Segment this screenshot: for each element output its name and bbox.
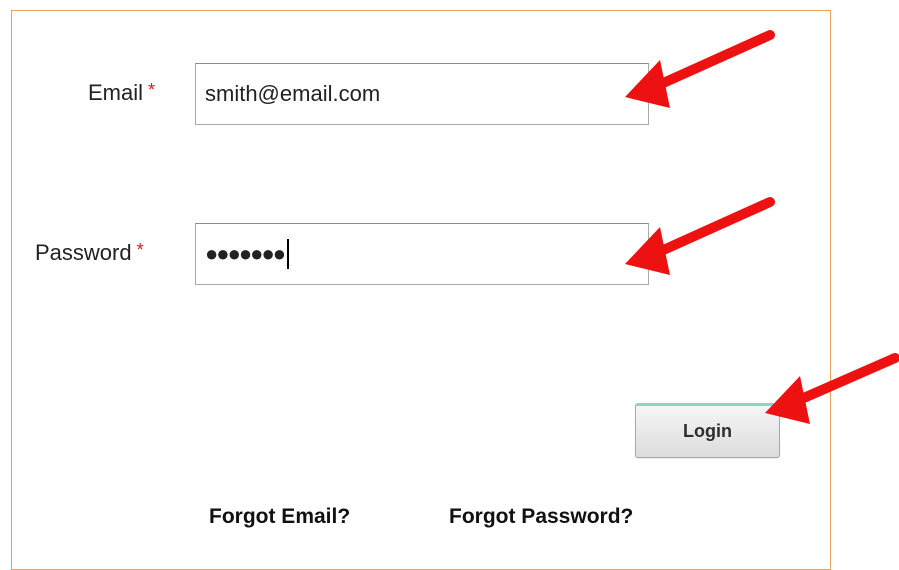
email-required-marker: * (148, 80, 156, 100)
email-input[interactable]: smith@email.com (195, 63, 649, 125)
login-button[interactable]: Login (635, 403, 780, 458)
password-required-marker: * (136, 240, 144, 260)
forgot-email-link[interactable]: Forgot Email? (209, 505, 350, 529)
email-label-text: Email (88, 80, 144, 105)
password-label: Password * (35, 240, 144, 266)
email-input-value: smith@email.com (205, 81, 381, 106)
forgot-password-link[interactable]: Forgot Password? (449, 505, 633, 529)
password-input[interactable]: ●●●●●●● (195, 223, 649, 285)
text-cursor (287, 239, 290, 269)
login-button-label: Login (683, 421, 732, 441)
password-input-value: ●●●●●●● (205, 241, 286, 266)
password-label-text: Password (35, 240, 132, 265)
email-label: Email * (88, 80, 155, 106)
